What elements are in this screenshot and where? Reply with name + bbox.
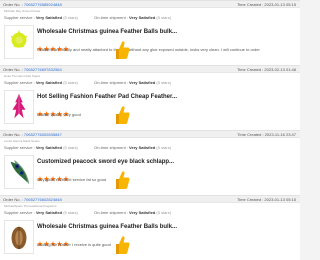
- rating-stars: [37, 104, 70, 117]
- shipment-note: (5 stars): [156, 15, 172, 20]
- order-header: Order No. : 70652776002835847 Time Creat…: [0, 130, 300, 138]
- time-created: Time Created : 2023-01-13 05:15: [237, 196, 296, 203]
- time-created-value: 2023-11-16 23:47: [264, 132, 296, 137]
- order-number-label: Order No. :: [3, 67, 23, 72]
- service-ratings: Supplier service : Very Satisfied (5 sta…: [4, 145, 171, 151]
- shipment-label: On-time shipment :: [94, 15, 128, 20]
- supplier-service-value: Very Satisfied: [35, 210, 63, 215]
- service-ratings: Supplier service : Very Satisfied (5 sta…: [4, 210, 171, 216]
- order-number-link[interactable]: 70652776002835847: [24, 132, 62, 137]
- order-number-line: Order No. : 70652776697832564: [3, 66, 62, 73]
- feather-shape: [11, 226, 27, 250]
- review-text: exciting the feather I receive is quite …: [37, 242, 111, 247]
- buyer-name: Hoke Thomas Inhad Space: [4, 74, 41, 78]
- supplier-service-label: Supplier service :: [4, 80, 35, 85]
- order-review: Order No. : 70652776602824848 Time Creat…: [0, 195, 300, 260]
- time-created-label: Time Created :: [236, 2, 264, 7]
- product-title[interactable]: Wholesale Christmas guinea Feather Balls…: [37, 223, 187, 231]
- product-title[interactable]: Customized peacock sword eye black schla…: [37, 158, 187, 166]
- product-title[interactable]: Wholesale Christmas guinea Feather Balls…: [37, 28, 187, 36]
- rating-stars: [37, 169, 70, 182]
- time-created-label: Time Created :: [236, 67, 264, 72]
- time-created-value: 2023-02-13 01:48: [264, 67, 296, 72]
- thumbs-up-icon[interactable]: [114, 170, 130, 190]
- feather-ball-image: [10, 29, 28, 49]
- review-text: very good excellent service fat so good: [37, 177, 107, 182]
- time-created-value: 2023-01-13 05:15: [264, 2, 296, 7]
- time-created: Time Created : 2023-02-13 01:48: [237, 66, 296, 73]
- shipment-value: Very Satisfied: [129, 80, 156, 85]
- supplier-service-note: (5 stars): [63, 145, 78, 150]
- order-review: Order No. : 70652776002835847 Time Creat…: [0, 130, 300, 195]
- review-card: Lucas Hamza Mask Space Supplier service …: [0, 138, 300, 195]
- supplier-service-value: Very Satisfied: [35, 145, 63, 150]
- feather-shape: [12, 93, 26, 120]
- buyer-name: MichaelSpace ThomasRenal Kingdoms: [4, 204, 57, 208]
- supplier-service-note: (5 stars): [63, 210, 78, 215]
- shipment-label: On-time shipment :: [94, 80, 128, 85]
- time-created: Time Created : 2023-11-16 23:47: [237, 131, 296, 138]
- product-thumbnail[interactable]: [4, 90, 34, 124]
- order-number-label: Order No. :: [3, 132, 23, 137]
- order-number-link[interactable]: 70652776585924848: [24, 2, 62, 7]
- shipment-value: Very Satisfied: [129, 15, 156, 20]
- thumbs-up-icon[interactable]: [114, 235, 130, 255]
- supplier-service-value: Very Satisfied: [35, 15, 63, 20]
- product-title[interactable]: Hot Selling Fashion Feather Pad Cheap Fe…: [37, 93, 187, 101]
- review-text: Feathers are thickly and neatly attached…: [37, 47, 260, 52]
- peacock-feather-image: [10, 159, 30, 185]
- shipment-value: Very Satisfied: [129, 210, 156, 215]
- thumbs-up-icon[interactable]: [114, 105, 130, 125]
- order-review: Order No. : 70652776697832564 Time Creat…: [0, 65, 300, 130]
- product-thumbnail[interactable]: [4, 25, 34, 59]
- reviews-feed: Order No. : 70652776585924848 Time Creat…: [0, 0, 300, 260]
- order-header: Order No. : 70652776585924848 Time Creat…: [0, 0, 300, 8]
- order-number-line: Order No. : 70652776602824848: [3, 196, 62, 203]
- shipment-label: On-time shipment :: [94, 145, 128, 150]
- buyer-name: Michelle Ray Smoot Flower: [4, 9, 41, 13]
- time-created-label: Time Created :: [237, 132, 264, 137]
- supplier-service-note: (5 stars): [63, 80, 78, 85]
- time-created-label: Time Created :: [236, 197, 264, 202]
- order-number-link[interactable]: 70652776602824848: [24, 197, 62, 202]
- supplier-service-label: Supplier service :: [4, 145, 35, 150]
- review-text: feather quality very good: [37, 112, 81, 117]
- shipment-note: (5 stars): [156, 145, 172, 150]
- supplier-service-value: Very Satisfied: [35, 80, 63, 85]
- review-card: Hoke Thomas Inhad Space Supplier service…: [0, 73, 300, 130]
- review-card: MichaelSpace ThomasRenal Kingdoms Suppli…: [0, 203, 300, 260]
- feather-shape: [10, 29, 28, 49]
- shipment-label: On-time shipment :: [94, 210, 128, 215]
- rating-stars: [37, 234, 70, 247]
- order-number-link[interactable]: 70652776697832564: [24, 67, 62, 72]
- shipment-note: (5 stars): [156, 210, 172, 215]
- feather-shape: [10, 159, 30, 185]
- review-card: Michelle Ray Smoot Flower Supplier servi…: [0, 8, 300, 65]
- supplier-service-label: Supplier service :: [4, 210, 35, 215]
- product-thumbnail[interactable]: [4, 155, 34, 189]
- feather-ball-image: [11, 226, 27, 250]
- order-header: Order No. : 70652776697832564 Time Creat…: [0, 65, 300, 73]
- buyer-name: Lucas Hamza Mask Space: [4, 139, 40, 143]
- product-thumbnail[interactable]: [4, 220, 34, 254]
- order-number-line: Order No. : 70652776585924848: [3, 1, 62, 8]
- order-number-label: Order No. :: [3, 197, 23, 202]
- service-ratings: Supplier service : Very Satisfied (5 sta…: [4, 80, 171, 86]
- supplier-service-label: Supplier service :: [4, 15, 35, 20]
- shipment-value: Very Satisfied: [129, 145, 156, 150]
- supplier-service-note: (5 stars): [63, 15, 78, 20]
- rating-stars: [37, 39, 70, 52]
- time-created-value: 2023-01-13 05:15: [264, 197, 296, 202]
- shipment-note: (5 stars): [156, 80, 172, 85]
- order-review: Order No. : 70652776585924848 Time Creat…: [0, 0, 300, 65]
- order-header: Order No. : 70652776602824848 Time Creat…: [0, 195, 300, 203]
- service-ratings: Supplier service : Very Satisfied (5 sta…: [4, 15, 171, 21]
- order-number-line: Order No. : 70652776002835847: [3, 131, 62, 138]
- thumbs-up-icon[interactable]: [114, 40, 130, 60]
- time-created: Time Created : 2023-01-13 05:15: [237, 1, 296, 8]
- feather-pad-image: [12, 93, 26, 120]
- order-number-label: Order No. :: [3, 2, 23, 7]
